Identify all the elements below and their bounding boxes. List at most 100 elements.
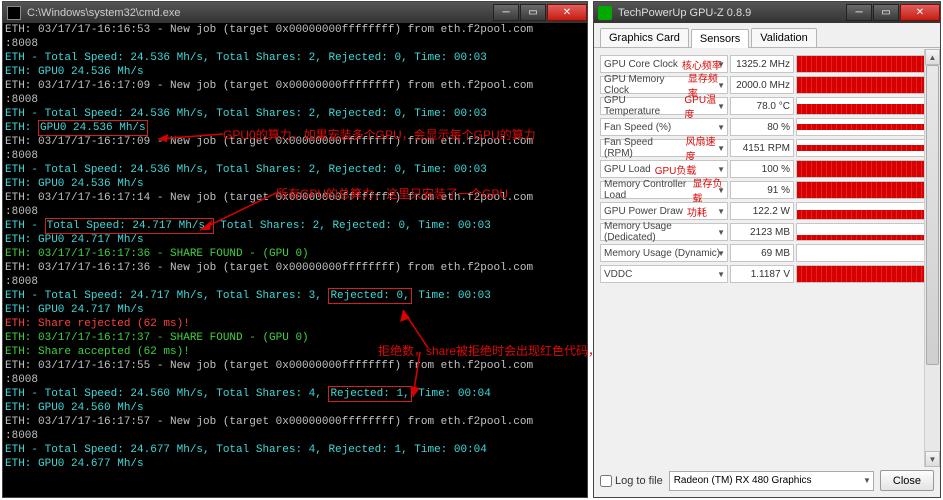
- terminal-line: ETH: 03/17/17-16:17:09 - New job (target…: [5, 79, 585, 107]
- sensor-row: GPU LoadGPU负载▼100 %: [600, 159, 934, 179]
- terminal-line: ETH: Share rejected (62 ms)!: [5, 317, 585, 331]
- chevron-down-icon: ▼: [717, 123, 725, 132]
- sensor-graph: [796, 202, 934, 220]
- maximize-button[interactable]: ▭: [520, 4, 546, 21]
- chevron-down-icon: ▼: [717, 207, 725, 216]
- sensor-value: 1325.2 MHz: [730, 55, 794, 73]
- sensor-name[interactable]: Fan Speed (RPM)风扇速度▼: [600, 139, 728, 157]
- sensor-value: 2123 MB: [730, 223, 794, 241]
- cmd-titlebar[interactable]: C:\Windows\system32\cmd.exe ─ ▭ ✕: [3, 2, 587, 23]
- sensor-value: 122.2 W: [730, 202, 794, 220]
- terminal-line: ETH: GPU0 24.677 Mh/s: [5, 457, 585, 471]
- device-name: Radeon (TM) RX 480 Graphics: [674, 475, 812, 486]
- scroll-up-icon[interactable]: ▲: [925, 49, 940, 65]
- sensor-name[interactable]: Memory Usage (Dedicated)▼: [600, 223, 728, 241]
- terminal-line: ETH: 03/17/17-16:17:55 - New job (target…: [5, 359, 585, 387]
- sensor-graph: [796, 160, 934, 178]
- minimize-button[interactable]: ─: [493, 4, 519, 21]
- terminal-line: ETH - Total Speed: 24.560 Mh/s, Total Sh…: [5, 387, 585, 401]
- sensor-row: VDDC▼1.1187 V: [600, 264, 934, 284]
- log-label: Log to file: [615, 475, 663, 487]
- sensor-row: GPU TemperatureGPU温度▼78.0 °C: [600, 96, 934, 116]
- sensor-graph: [796, 223, 934, 241]
- gpuz-title: TechPowerUp GPU-Z 0.8.9: [616, 7, 845, 19]
- gpuz-titlebar[interactable]: TechPowerUp GPU-Z 0.8.9 ─ ▭ ✕: [594, 2, 940, 23]
- close-button[interactable]: ✕: [900, 4, 940, 21]
- sensor-graph: [796, 55, 934, 73]
- sensor-value: 91 %: [730, 181, 794, 199]
- chevron-down-icon: ▼: [717, 102, 725, 111]
- sensor-graph: [796, 76, 934, 94]
- terminal-line: ETH - Total Speed: 24.717 Mh/s, Total Sh…: [5, 219, 585, 233]
- cmd-window: C:\Windows\system32\cmd.exe ─ ▭ ✕ ETH: 0…: [2, 1, 588, 498]
- sensor-row: Memory Usage (Dedicated)▼2123 MB: [600, 222, 934, 242]
- tab-validation[interactable]: Validation: [751, 28, 817, 47]
- sensor-value: 80 %: [730, 118, 794, 136]
- sensor-name[interactable]: GPU TemperatureGPU温度▼: [600, 97, 728, 115]
- scroll-down-icon[interactable]: ▼: [925, 451, 940, 467]
- tab-sensors[interactable]: Sensors: [691, 29, 749, 48]
- terminal-line: ETH - Total Speed: 24.536 Mh/s, Total Sh…: [5, 163, 585, 177]
- sensor-graph: [796, 265, 934, 283]
- log-checkbox-input[interactable]: [600, 475, 612, 487]
- log-to-file-checkbox[interactable]: Log to file: [600, 475, 663, 487]
- sensor-value: 69 MB: [730, 244, 794, 262]
- chevron-down-icon: ▼: [717, 228, 725, 237]
- chevron-down-icon: ▼: [717, 270, 725, 279]
- sensor-name[interactable]: Memory Usage (Dynamic)▼: [600, 244, 728, 262]
- chevron-down-icon: ▼: [717, 186, 725, 195]
- scrollbar[interactable]: ▲ ▼: [924, 49, 940, 467]
- terminal-line: ETH: GPU0 24.717 Mh/s: [5, 303, 585, 317]
- chevron-down-icon: ▼: [717, 249, 725, 258]
- close-button[interactable]: ✕: [547, 4, 587, 21]
- chevron-down-icon: ▼: [717, 60, 725, 69]
- scroll-thumb[interactable]: [926, 65, 939, 365]
- sensor-value: 1.1187 V: [730, 265, 794, 283]
- cmd-title: C:\Windows\system32\cmd.exe: [25, 7, 492, 19]
- sensor-annotation: GPU负载: [655, 162, 697, 177]
- tab-bar: Graphics Card Sensors Validation: [594, 23, 940, 48]
- maximize-button[interactable]: ▭: [873, 4, 899, 21]
- sensor-name[interactable]: GPU Power Draw功耗▼: [600, 202, 728, 220]
- sensor-row: Memory Controller Load显存负载▼91 %: [600, 180, 934, 200]
- sensor-row: GPU Power Draw功耗▼122.2 W: [600, 201, 934, 221]
- sensor-value: 4151 RPM: [730, 139, 794, 157]
- annotation-gpu0: GPU0的算力，如果安装多个GPU，会显示每个GPU的算力: [223, 126, 536, 143]
- sensor-value: 2000.0 MHz: [730, 76, 794, 94]
- sensor-graph: [796, 139, 934, 157]
- gpuz-icon: [598, 6, 612, 20]
- chevron-down-icon: ▼: [863, 476, 871, 485]
- close-button[interactable]: Close: [880, 470, 934, 491]
- gpuz-window: TechPowerUp GPU-Z 0.8.9 ─ ▭ ✕ Graphics C…: [593, 1, 941, 498]
- sensor-graph: [796, 118, 934, 136]
- terminal-line: ETH - Total Speed: 24.536 Mh/s, Total Sh…: [5, 107, 585, 121]
- annotation-total: 所有GPU的总算力，这里只安装了一个GPU: [276, 185, 508, 202]
- terminal-line: ETH: GPU0 24.536 Mh/s: [5, 65, 585, 79]
- sensor-row: GPU Core Clock核心频率▼1325.2 MHz: [600, 54, 934, 74]
- chevron-down-icon: ▼: [717, 81, 725, 90]
- sensor-name[interactable]: Memory Controller Load显存负载▼: [600, 181, 728, 199]
- chevron-down-icon: ▼: [717, 165, 725, 174]
- tab-graphics-card[interactable]: Graphics Card: [600, 28, 689, 47]
- sensor-graph: [796, 181, 934, 199]
- sensor-graph: [796, 97, 934, 115]
- sensor-list: GPU Core Clock核心频率▼1325.2 MHzGPU Memory …: [594, 48, 940, 284]
- minimize-button[interactable]: ─: [846, 4, 872, 21]
- sensor-row: Fan Speed (RPM)风扇速度▼4151 RPM: [600, 138, 934, 158]
- sensor-row: Memory Usage (Dynamic)▼69 MB: [600, 243, 934, 263]
- terminal-line: ETH: 03/17/17-16:17:57 - New job (target…: [5, 415, 585, 443]
- terminal-line: ETH: 03/17/17-16:16:53 - New job (target…: [5, 23, 585, 51]
- terminal-line: ETH - Total Speed: 24.677 Mh/s, Total Sh…: [5, 443, 585, 457]
- sensor-value: 100 %: [730, 160, 794, 178]
- terminal-line: ETH: GPU0 24.717 Mh/s: [5, 233, 585, 247]
- sensor-name[interactable]: VDDC▼: [600, 265, 728, 283]
- terminal-output[interactable]: ETH: 03/17/17-16:16:53 - New job (target…: [3, 23, 587, 497]
- sensor-graph: [796, 244, 934, 262]
- terminal-line: ETH: 03/17/17-16:17:36 - New job (target…: [5, 261, 585, 289]
- terminal-line: ETH: 03/17/17-16:17:36 - SHARE FOUND - (…: [5, 247, 585, 261]
- terminal-line: ETH - Total Speed: 24.717 Mh/s, Total Sh…: [5, 289, 585, 303]
- terminal-line: ETH: GPU0 24.560 Mh/s: [5, 401, 585, 415]
- terminal-line: ETH - Total Speed: 24.536 Mh/s, Total Sh…: [5, 51, 585, 65]
- device-combo[interactable]: Radeon (TM) RX 480 Graphics ▼: [669, 471, 874, 491]
- cmd-icon: [7, 6, 21, 20]
